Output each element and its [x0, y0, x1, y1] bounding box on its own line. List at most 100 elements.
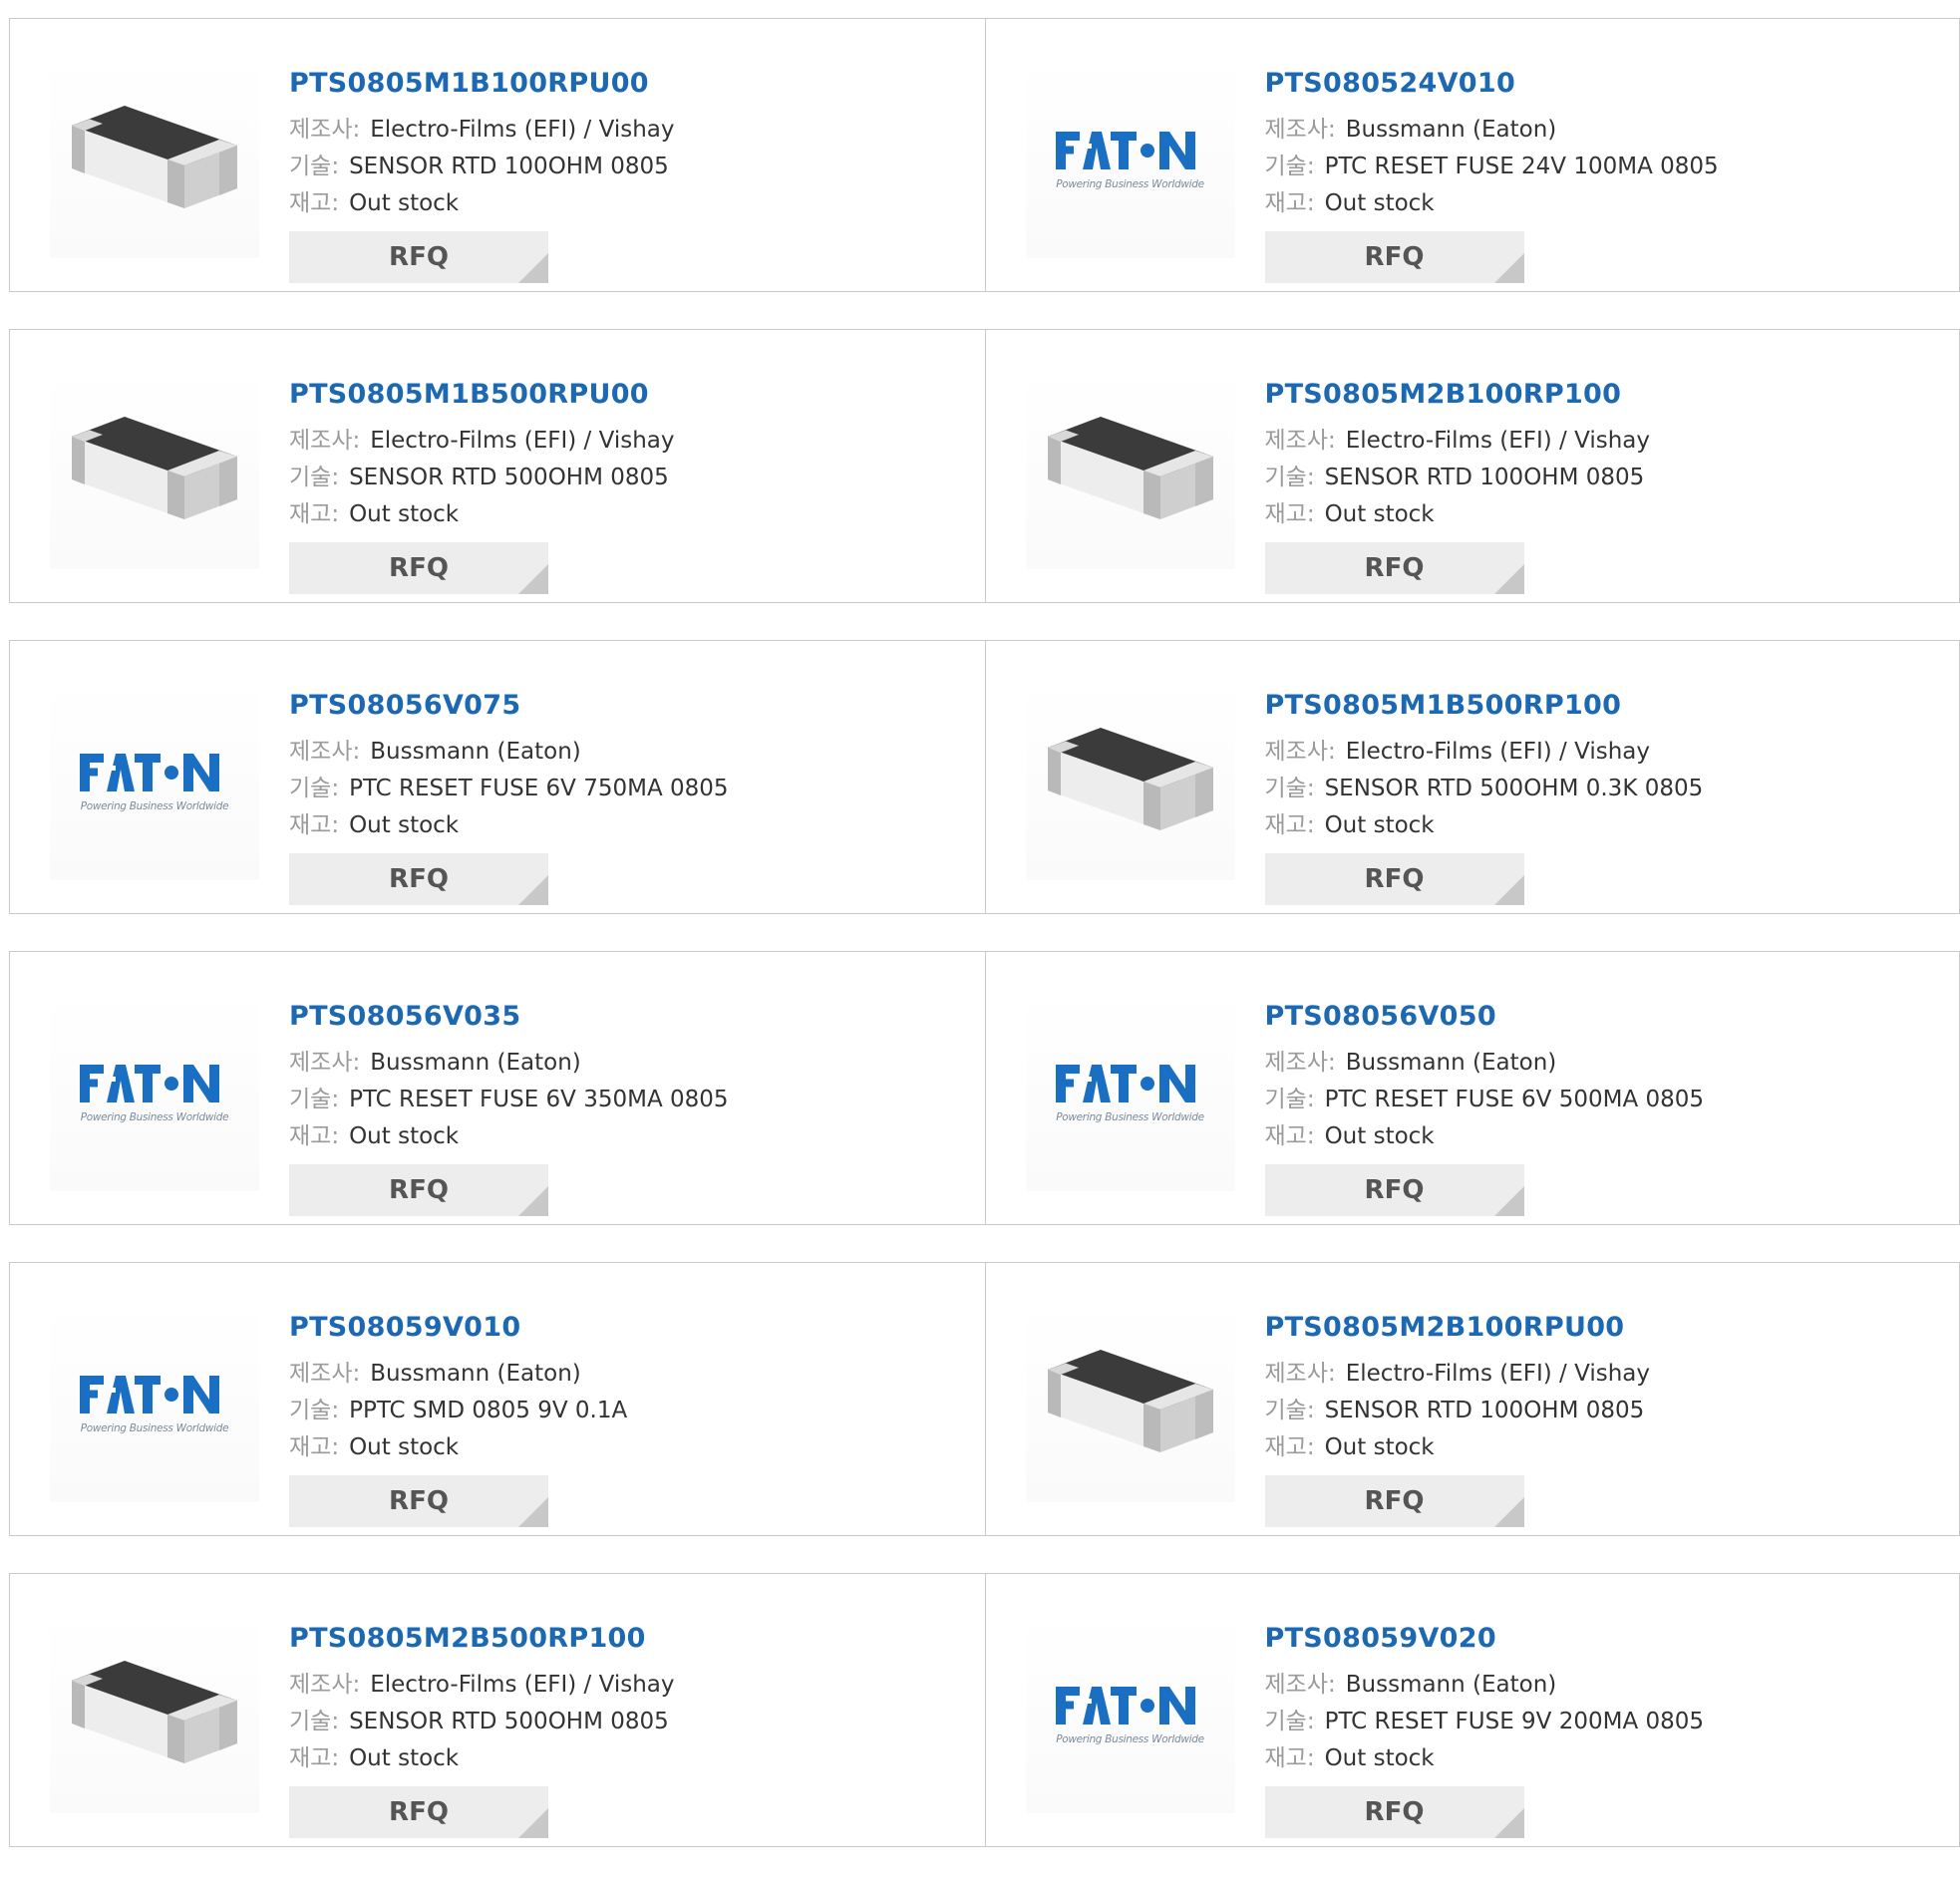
rfq-button[interactable]: RFQ	[289, 853, 548, 905]
product-image[interactable]	[1025, 681, 1235, 880]
stock-label: 재고:	[289, 190, 340, 216]
description-line: 기술: SENSOR RTD 500OHM 0805	[289, 460, 967, 496]
stock-line: 재고: Out stock	[1265, 496, 1943, 533]
product-card: Powering Business Worldwide PTS08056V050…	[984, 952, 1960, 1224]
eaton-wordmark-icon	[80, 1064, 219, 1102]
stock-value: Out stock	[1324, 1434, 1435, 1460]
part-number-link[interactable]: PTS080524V010	[1265, 70, 1943, 102]
stock-label: 재고:	[1264, 812, 1315, 838]
product-image[interactable]	[50, 1614, 259, 1813]
product-card: PTS0805M1B500RP100 제조사: Electro-Films (EF…	[984, 641, 1960, 913]
rfq-button[interactable]: RFQ	[289, 1164, 548, 1216]
product-image[interactable]: Powering Business Worldwide	[1025, 992, 1235, 1191]
rfq-button[interactable]: RFQ	[1264, 231, 1524, 283]
product-image[interactable]: Powering Business Worldwide	[50, 681, 259, 880]
part-number-link[interactable]: PTS0805M2B100RP100	[1265, 381, 1943, 413]
rfq-button[interactable]: RFQ	[289, 1475, 548, 1527]
manufacturer-value: Electro-Films (EFI) / Vishay	[1345, 428, 1651, 454]
part-number-link[interactable]: PTS0805M1B500RPU00	[289, 381, 967, 413]
description-value: SENSOR RTD 100OHM 0805	[1324, 1398, 1645, 1423]
manufacturer-label: 제조사:	[289, 1672, 361, 1698]
description-label: 기술:	[1264, 1087, 1315, 1112]
description-value: SENSOR RTD 500OHM 0805	[349, 465, 669, 490]
product-image[interactable]: Powering Business Worldwide	[50, 992, 259, 1191]
description-value: SENSOR RTD 500OHM 0805	[349, 1709, 669, 1734]
description-label: 기술:	[289, 776, 340, 801]
rfq-button[interactable]: RFQ	[1264, 542, 1524, 594]
eaton-wordmark-icon	[80, 753, 219, 791]
stock-line: 재고: Out stock	[1265, 1429, 1943, 1466]
chip-resistor-icon	[72, 417, 237, 519]
rfq-button-label: RFQ	[1364, 864, 1425, 894]
manufacturer-line: 제조사: Bussmann (Eaton)	[289, 1045, 967, 1082]
stock-line: 재고: Out stock	[1265, 807, 1943, 844]
part-number-link[interactable]: PTS0805M1B500RP100	[1265, 692, 1943, 724]
rfq-corner-decoration	[1493, 875, 1524, 905]
rfq-button-label: RFQ	[389, 1797, 449, 1827]
product-image[interactable]: Powering Business Worldwide	[1025, 1614, 1235, 1813]
description-label: 기술:	[289, 1709, 340, 1734]
product-image[interactable]	[50, 59, 259, 258]
chip-resistor-icon	[1047, 1350, 1213, 1452]
stock-value: Out stock	[349, 1123, 460, 1149]
product-image[interactable]: Powering Business Worldwide	[1025, 59, 1235, 258]
part-number-link[interactable]: PTS08056V075	[289, 692, 967, 724]
part-number-link[interactable]: PTS08056V035	[289, 1003, 967, 1035]
product-info: PTS0805M1B500RPU00 제조사: Electro-Films (EF…	[289, 360, 967, 594]
eaton-logo: Powering Business Worldwide	[55, 1061, 254, 1123]
rfq-button[interactable]: RFQ	[1264, 1786, 1524, 1838]
stock-label: 재고:	[289, 1123, 340, 1149]
manufacturer-value: Electro-Films (EFI) / Vishay	[370, 117, 675, 143]
rfq-button-label: RFQ	[1364, 1175, 1425, 1205]
manufacturer-label: 제조사:	[1264, 1050, 1336, 1076]
stock-line: 재고: Out stock	[1265, 1118, 1943, 1155]
stock-line: 재고: Out stock	[289, 1429, 967, 1466]
part-number-link[interactable]: PTS0805M2B100RPU00	[1265, 1314, 1943, 1346]
rfq-button[interactable]: RFQ	[1264, 1164, 1524, 1216]
rfq-button[interactable]: RFQ	[289, 1786, 548, 1838]
product-image[interactable]	[50, 370, 259, 569]
product-row: Powering Business Worldwide PTS08059V010…	[9, 1262, 1960, 1536]
part-number-link[interactable]: PTS0805M1B100RPU00	[289, 70, 967, 102]
manufacturer-line: 제조사: Electro-Films (EFI) / Vishay	[289, 112, 967, 149]
manufacturer-label: 제조사:	[1264, 117, 1336, 143]
manufacturer-value: Electro-Films (EFI) / Vishay	[1345, 1361, 1651, 1387]
rfq-button[interactable]: RFQ	[289, 231, 548, 283]
manufacturer-value: Bussmann (Eaton)	[370, 1050, 581, 1076]
rfq-button[interactable]: RFQ	[1264, 1475, 1524, 1527]
rfq-button-label: RFQ	[1364, 242, 1425, 272]
product-grid: PTS0805M1B100RPU00 제조사: Electro-Films (EF…	[9, 18, 1960, 1884]
rfq-button[interactable]: RFQ	[289, 542, 548, 594]
description-line: 기술: PTC RESET FUSE 6V 350MA 0805	[289, 1082, 967, 1118]
description-value: PTC RESET FUSE 6V 750MA 0805	[349, 776, 729, 801]
eaton-wordmark-icon	[1055, 131, 1195, 169]
manufacturer-label: 제조사:	[1264, 1361, 1336, 1387]
manufacturer-line: 제조사: Electro-Films (EFI) / Vishay	[289, 423, 967, 460]
product-image[interactable]: Powering Business Worldwide	[50, 1303, 259, 1502]
product-image[interactable]	[1025, 1303, 1235, 1502]
rfq-button[interactable]: RFQ	[1264, 853, 1524, 905]
product-card: Powering Business Worldwide PTS08056V035…	[10, 952, 985, 1224]
product-image[interactable]	[1025, 370, 1235, 569]
eaton-tagline: Powering Business Worldwide	[1056, 1110, 1204, 1123]
stock-label: 재고:	[289, 1745, 340, 1771]
manufacturer-label: 제조사:	[289, 117, 361, 143]
product-card: Powering Business Worldwide PTS08059V020…	[984, 1574, 1960, 1846]
rfq-button-label: RFQ	[389, 242, 449, 272]
rfq-corner-decoration	[518, 1808, 548, 1838]
rfq-corner-decoration	[1493, 253, 1524, 283]
manufacturer-line: 제조사: Bussmann (Eaton)	[1265, 112, 1943, 149]
product-info: PTS0805M2B100RPU00 제조사: Electro-Films (EF…	[1264, 1293, 1943, 1527]
eaton-logo: Powering Business Worldwide	[55, 1372, 254, 1434]
part-number-link[interactable]: PTS0805M2B500RP100	[289, 1625, 967, 1657]
stock-line: 재고: Out stock	[289, 807, 967, 844]
eaton-wordmark-icon	[1055, 1064, 1195, 1102]
description-value: SENSOR RTD 100OHM 0805	[1324, 465, 1645, 490]
part-number-link[interactable]: PTS08056V050	[1265, 1003, 1943, 1035]
stock-value: Out stock	[1324, 1123, 1435, 1149]
description-value: PTC RESET FUSE 9V 200MA 0805	[1324, 1709, 1705, 1734]
part-number-link[interactable]: PTS08059V010	[289, 1314, 967, 1346]
eaton-tagline: Powering Business Worldwide	[80, 1110, 229, 1123]
stock-line: 재고: Out stock	[289, 1740, 967, 1777]
part-number-link[interactable]: PTS08059V020	[1265, 1625, 1943, 1657]
